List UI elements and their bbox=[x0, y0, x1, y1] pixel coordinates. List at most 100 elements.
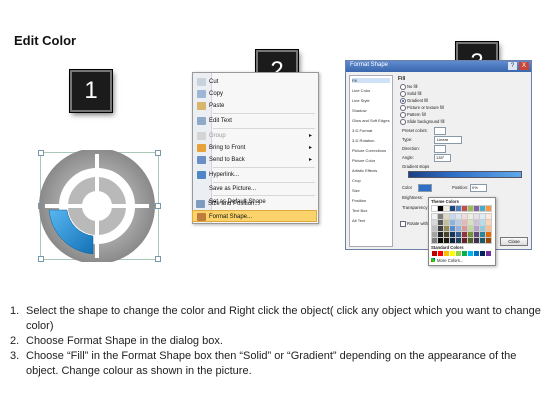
theme-color-swatch[interactable] bbox=[455, 237, 462, 244]
theme-color-swatch[interactable] bbox=[485, 213, 492, 220]
category-item[interactable]: Alt Text bbox=[352, 218, 365, 223]
theme-color-swatch[interactable] bbox=[437, 237, 444, 244]
theme-color-swatch[interactable] bbox=[449, 231, 456, 238]
category-item[interactable]: Picture Corrections bbox=[352, 148, 386, 153]
theme-color-swatch[interactable] bbox=[461, 213, 468, 220]
theme-color-swatch[interactable] bbox=[455, 219, 462, 226]
theme-color-swatch[interactable] bbox=[479, 205, 486, 212]
category-item-fill[interactable]: Fill bbox=[352, 78, 390, 83]
theme-color-swatch[interactable] bbox=[485, 237, 492, 244]
theme-color-swatch[interactable] bbox=[431, 213, 438, 220]
menu-item-send-to-back[interactable]: Send to Back ▸ bbox=[193, 154, 318, 166]
category-item[interactable]: Line Color bbox=[352, 88, 370, 93]
standard-color-swatch[interactable] bbox=[462, 251, 467, 256]
category-item[interactable]: Picture Color bbox=[352, 158, 375, 163]
theme-color-swatch[interactable] bbox=[473, 219, 480, 226]
close-icon[interactable]: X bbox=[519, 62, 529, 70]
theme-color-swatch[interactable] bbox=[455, 225, 462, 232]
position-input[interactable]: 0% bbox=[470, 184, 487, 192]
radio-pattern-fill[interactable] bbox=[400, 112, 406, 118]
theme-color-swatch[interactable] bbox=[473, 225, 480, 232]
theme-color-swatch[interactable] bbox=[461, 219, 468, 226]
radio-no-fill[interactable] bbox=[400, 84, 406, 90]
standard-color-swatch[interactable] bbox=[474, 251, 479, 256]
angle-input[interactable]: 135° bbox=[434, 154, 451, 162]
theme-color-swatch[interactable] bbox=[467, 237, 474, 244]
category-item[interactable]: 3-D Format bbox=[352, 128, 372, 133]
theme-color-swatch[interactable] bbox=[461, 231, 468, 238]
theme-color-swatch[interactable] bbox=[473, 237, 480, 244]
radio-gradient-fill[interactable] bbox=[400, 98, 406, 104]
circular-diagram[interactable] bbox=[35, 150, 160, 262]
theme-color-swatch[interactable] bbox=[437, 231, 444, 238]
theme-color-swatch[interactable] bbox=[485, 231, 492, 238]
theme-color-swatch[interactable] bbox=[461, 205, 468, 212]
category-item[interactable]: Text Box bbox=[352, 208, 367, 213]
theme-color-swatch[interactable] bbox=[467, 219, 474, 226]
category-item[interactable]: Crop bbox=[352, 178, 361, 183]
theme-color-swatch[interactable] bbox=[461, 225, 468, 232]
help-button[interactable]: ? bbox=[508, 62, 517, 70]
menu-item-edit-text[interactable]: Edit Text bbox=[193, 115, 318, 127]
menu-item-copy[interactable]: Copy bbox=[193, 88, 318, 100]
theme-color-swatch[interactable] bbox=[485, 225, 492, 232]
theme-color-swatch[interactable] bbox=[437, 219, 444, 226]
menu-item-hyperlink[interactable]: Hyperlink... bbox=[193, 169, 318, 181]
theme-color-swatch[interactable] bbox=[431, 225, 438, 232]
theme-color-swatch[interactable] bbox=[431, 219, 438, 226]
theme-color-swatch[interactable] bbox=[443, 213, 450, 220]
more-colors-link[interactable]: More Colors... bbox=[437, 258, 463, 263]
theme-color-swatch[interactable] bbox=[479, 213, 486, 220]
standard-color-swatch[interactable] bbox=[450, 251, 455, 256]
standard-color-swatch[interactable] bbox=[432, 251, 437, 256]
color-picker-button[interactable] bbox=[418, 184, 432, 192]
theme-color-swatch[interactable] bbox=[485, 205, 492, 212]
category-item[interactable]: Position bbox=[352, 198, 366, 203]
menu-item-size-and-position[interactable]: Size and Position... bbox=[192, 198, 317, 210]
menu-item-save-as-picture[interactable]: Save as Picture... bbox=[193, 183, 318, 195]
theme-color-swatch[interactable] bbox=[473, 205, 480, 212]
theme-color-swatch[interactable] bbox=[443, 237, 450, 244]
standard-color-swatch[interactable] bbox=[486, 251, 491, 256]
type-select[interactable]: Linear bbox=[434, 136, 462, 144]
menu-item-paste[interactable]: Paste bbox=[193, 100, 318, 112]
standard-color-swatch[interactable] bbox=[456, 251, 461, 256]
category-item[interactable]: Line Style bbox=[352, 98, 370, 103]
theme-color-swatch[interactable] bbox=[449, 213, 456, 220]
theme-color-swatch[interactable] bbox=[473, 231, 480, 238]
standard-color-swatch[interactable] bbox=[480, 251, 485, 256]
theme-color-swatch[interactable] bbox=[449, 237, 456, 244]
theme-color-swatch[interactable] bbox=[473, 213, 480, 220]
theme-color-swatch[interactable] bbox=[479, 225, 486, 232]
menu-item-bring-to-front[interactable]: Bring to Front ▸ bbox=[193, 142, 318, 154]
theme-color-swatch[interactable] bbox=[455, 213, 462, 220]
category-item[interactable]: Glow and Soft Edges bbox=[352, 118, 390, 123]
theme-color-swatch[interactable] bbox=[479, 237, 486, 244]
theme-color-swatch[interactable] bbox=[461, 237, 468, 244]
theme-color-swatch[interactable] bbox=[443, 205, 450, 212]
theme-color-swatch[interactable] bbox=[431, 231, 438, 238]
theme-color-swatch[interactable] bbox=[443, 231, 450, 238]
theme-color-swatch[interactable] bbox=[437, 213, 444, 220]
theme-color-swatch[interactable] bbox=[431, 237, 438, 244]
theme-color-swatch[interactable] bbox=[485, 219, 492, 226]
radio-picture-fill[interactable] bbox=[400, 105, 406, 111]
theme-color-swatch[interactable] bbox=[467, 231, 474, 238]
standard-color-swatch[interactable] bbox=[444, 251, 449, 256]
theme-color-swatch[interactable] bbox=[467, 213, 474, 220]
theme-color-swatch[interactable] bbox=[449, 205, 456, 212]
theme-color-swatch[interactable] bbox=[467, 205, 474, 212]
theme-color-swatch[interactable] bbox=[467, 225, 474, 232]
menu-item-cut[interactable]: Cut bbox=[193, 76, 318, 88]
category-item[interactable]: Shadow bbox=[352, 108, 366, 113]
close-button[interactable]: Close bbox=[500, 237, 528, 246]
rotate-checkbox[interactable] bbox=[400, 221, 406, 227]
standard-color-swatch[interactable] bbox=[468, 251, 473, 256]
theme-color-swatch[interactable] bbox=[449, 225, 456, 232]
theme-color-swatch[interactable] bbox=[431, 205, 438, 212]
direction-dropdown[interactable] bbox=[434, 145, 446, 153]
theme-color-swatch[interactable] bbox=[443, 219, 450, 226]
theme-color-swatch[interactable] bbox=[455, 205, 462, 212]
radio-slide-bg-fill[interactable] bbox=[400, 119, 406, 125]
gradient-stops-bar[interactable] bbox=[408, 171, 522, 178]
